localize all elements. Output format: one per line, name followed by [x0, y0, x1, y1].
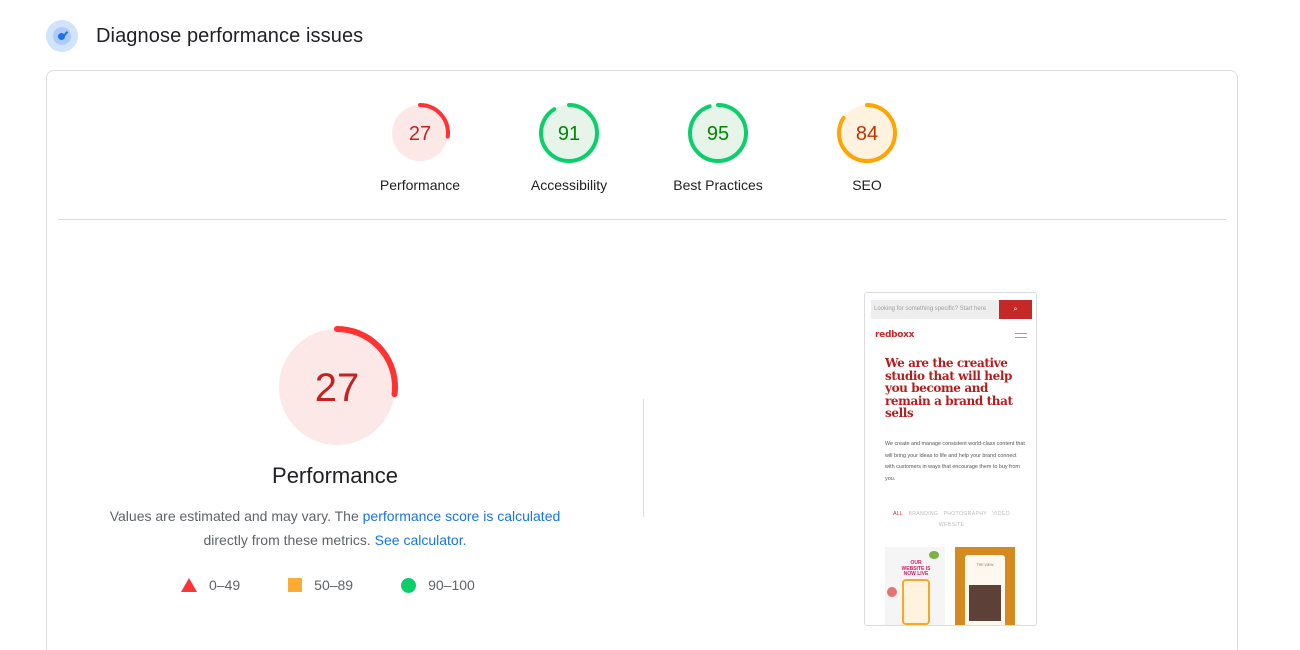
gauge-seo-score: 84: [856, 123, 878, 145]
gauge-performance-ring: 27: [390, 103, 450, 163]
screenshot-tab-video: VIDEO: [992, 511, 1010, 517]
gauge-best-practices-ring: 95: [688, 103, 748, 163]
performance-score-link[interactable]: performance score is calculated: [363, 508, 561, 524]
gauges-divider: [58, 219, 1226, 220]
circle-icon: [401, 577, 417, 593]
screenshot-tab-all: ALL: [893, 511, 904, 517]
screenshot-tab-branding: BRANDING: [908, 511, 939, 517]
gauge-performance-label: Performance: [379, 177, 461, 193]
report-card: 27 Performance 91 Accessibility 95 Best …: [46, 70, 1238, 650]
screenshot-menu-icon: [1015, 333, 1027, 338]
legend-pass-range: 90–100: [428, 577, 475, 593]
gauge-performance[interactable]: 27 Performance: [360, 101, 480, 193]
screenshot-search-icon: ⌕: [999, 300, 1032, 319]
triangle-icon: [181, 578, 197, 592]
screenshot-tab-photography: PHOTOGRAPHY: [943, 511, 988, 517]
gauge-performance-score: 27: [409, 123, 431, 145]
legend-average: 50–89: [288, 577, 353, 593]
category-gauges: 27 Performance 91 Accessibility 95 Best …: [47, 71, 1237, 219]
legend-average-range: 50–89: [314, 577, 354, 593]
performance-main-gauge: 27: [275, 325, 399, 454]
section-title: Diagnose performance issues: [96, 24, 364, 47]
thumbnail-2-text: THE VIEW: [976, 563, 994, 567]
gauge-best-practices-score: 95: [707, 123, 729, 145]
gauge-accessibility-label: Accessibility: [530, 177, 608, 193]
screenshot-tab-website: WEBSITE: [938, 522, 965, 528]
gauge-seo-ring: 84: [837, 103, 897, 163]
thumbnail-1-text: OUR WEBSITE IS NOW LIVE: [901, 560, 931, 577]
gauge-best-practices-label: Best Practices: [673, 177, 763, 193]
gauge-accessibility[interactable]: 91 Accessibility: [509, 101, 629, 193]
gauge-accessibility-score: 91: [558, 123, 580, 145]
square-icon: [288, 578, 303, 592]
section-header: Diagnose performance issues: [46, 20, 363, 52]
screenshot-tabs: ALL BRANDING PHOTOGRAPHY VIDEO WEBSITE: [875, 509, 1028, 531]
gauge-best-practices[interactable]: 95 Best Practices: [658, 101, 778, 193]
vertical-divider: [643, 399, 644, 517]
screenshot-thumbnail-1: OUR WEBSITE IS NOW LIVE: [885, 547, 945, 625]
screenshot-logo: redboxx: [875, 330, 915, 340]
legend-fail: 0–49: [181, 577, 240, 593]
screenshot-search-input: Looking for something specific? Start he…: [871, 300, 999, 319]
legend-pass: 90–100: [401, 577, 475, 593]
performance-main-score: 27: [315, 366, 360, 410]
note-text-1: Values are estimated and may vary. The: [109, 508, 359, 524]
gauge-icon: [46, 20, 78, 52]
final-screenshot: Looking for something specific? Start he…: [864, 292, 1037, 626]
screenshot-body: We create and manage consistent world-cl…: [885, 441, 1025, 482]
see-calculator-link[interactable]: See calculator.: [375, 532, 467, 548]
gauge-seo-label: SEO: [852, 177, 882, 193]
performance-title: Performance: [272, 463, 398, 488]
gauge-accessibility-ring: 91: [539, 103, 599, 163]
legend-fail-range: 0–49: [209, 577, 241, 593]
score-note: Values are estimated and may vary. The p…: [47, 504, 623, 552]
score-legend: 0–49 50–89 90–100: [181, 577, 523, 593]
screenshot-headline: We are the creative studio that will hel…: [885, 356, 1013, 420]
screenshot-thumbnail-2: THE VIEW: [955, 547, 1015, 625]
gauge-seo[interactable]: 84 SEO: [807, 101, 927, 193]
note-text-2: directly from these metrics.: [203, 532, 371, 548]
